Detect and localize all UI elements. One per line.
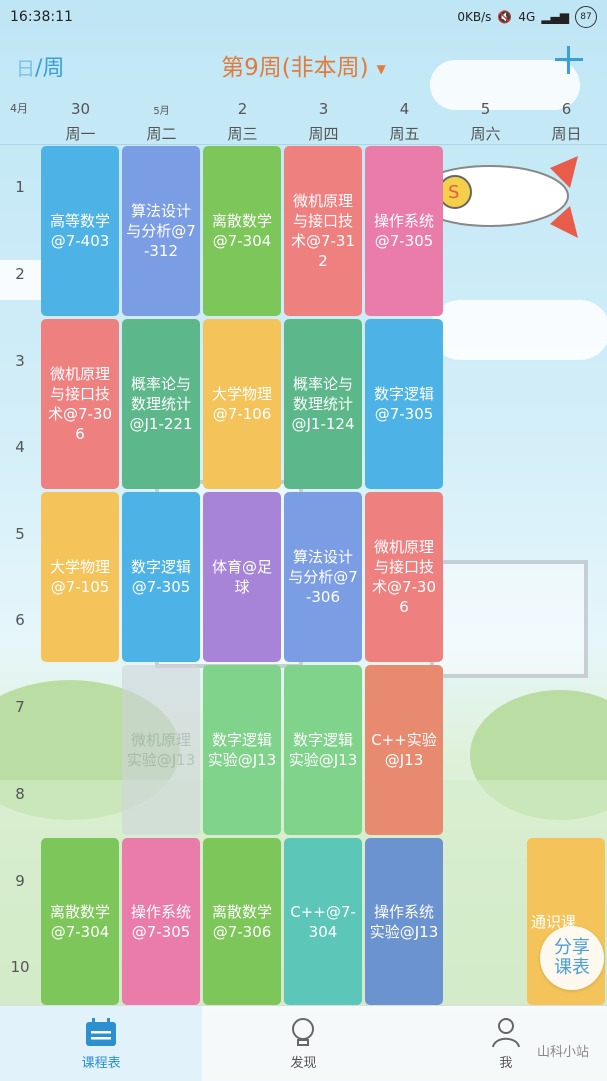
- course-card[interactable]: 概率论与数理统计@J1-124: [284, 319, 362, 489]
- period-number: 1: [15, 178, 25, 196]
- signal-icon: 4G: [518, 10, 536, 24]
- course-card[interactable]: 概率论与数理统计@J1-221: [122, 319, 200, 489]
- month-label: 4月: [10, 102, 28, 115]
- day-column-header: 30 周一: [65, 100, 96, 143]
- period-number: 2: [15, 265, 25, 283]
- course-card[interactable]: 操作系统@7-305: [122, 838, 200, 1005]
- app-header: 日/周 第9周(非本周) ▼: [0, 34, 607, 96]
- battery-icon: 87: [575, 6, 597, 28]
- signal-bars-icon: ▂▄▆: [541, 10, 569, 24]
- day-column-header: 5 周六: [470, 100, 501, 143]
- period-number: 10: [10, 958, 30, 976]
- course-card[interactable]: 离散数学@7-304: [41, 838, 119, 1005]
- period-number: 8: [15, 785, 25, 803]
- course-card[interactable]: 算法设计与分析@7-312: [122, 146, 200, 316]
- nav-discover[interactable]: 发现: [202, 1006, 404, 1081]
- course-card[interactable]: 操作系统实验@J13: [365, 838, 443, 1005]
- day-column-header: 4 周五: [389, 100, 420, 143]
- course-card[interactable]: 数字逻辑实验@J13: [203, 665, 281, 835]
- course-card[interactable]: 操作系统@7-305: [365, 146, 443, 316]
- add-course-button[interactable]: [553, 44, 585, 76]
- day-column-header: 3 周四: [308, 100, 339, 143]
- svg-text:S: S: [448, 182, 459, 203]
- network-speed: 0KB/s: [457, 10, 492, 24]
- course-card[interactable]: 数字逻辑@7-305: [122, 492, 200, 662]
- week-title: 第9周(非本周): [221, 55, 369, 81]
- watermark: 山科小站: [536, 1045, 589, 1060]
- course-card[interactable]: 微机原理与接口技术@7-306: [365, 492, 443, 662]
- course-card[interactable]: 微机原理与接口技术@7-312: [284, 146, 362, 316]
- course-card[interactable]: 数字逻辑@7-305: [365, 319, 443, 489]
- course-card[interactable]: 算法设计与分析@7-306: [284, 492, 362, 662]
- period-number: 6: [15, 611, 25, 629]
- period-number: 5: [15, 525, 25, 543]
- period-number: 3: [15, 352, 25, 370]
- week-selector[interactable]: 第9周(非本周) ▼: [0, 48, 607, 82]
- course-card[interactable]: 微机原理实验@J13: [122, 665, 200, 835]
- day-header-row: 4月 30 周一 5月 周二 2 周三 3 周四 4 周五 5 周六 6 周日: [0, 96, 607, 145]
- person-icon: [491, 1018, 520, 1048]
- period-number: 9: [15, 872, 25, 890]
- course-card[interactable]: 微机原理与接口技术@7-306: [41, 319, 119, 489]
- status-bar: 16:38:11 0KB/s 🔇 4G ▂▄▆ 87: [0, 0, 607, 34]
- course-card[interactable]: C++@7-304: [284, 838, 362, 1005]
- course-card[interactable]: 高等数学@7-403: [41, 146, 119, 316]
- course-card[interactable]: 大学物理@7-106: [203, 319, 281, 489]
- period-number: 7: [15, 698, 25, 716]
- course-card[interactable]: 数字逻辑实验@J13: [284, 665, 362, 835]
- day-column-header: 6 周日: [551, 100, 582, 143]
- dropdown-caret-icon: ▼: [376, 61, 386, 76]
- course-card[interactable]: 大学物理@7-105: [41, 492, 119, 662]
- course-card[interactable]: 离散数学@7-304: [203, 146, 281, 316]
- course-card[interactable]: 体育@足球: [203, 492, 281, 662]
- lightbulb-icon: [292, 1018, 315, 1046]
- period-number: 4: [15, 438, 25, 456]
- course-card[interactable]: 离散数学@7-306: [203, 838, 281, 1005]
- day-column-header: 2 周三: [227, 100, 258, 143]
- bottom-navigation: 课程表 发现 我: [0, 1005, 607, 1081]
- mute-icon: 🔇: [497, 10, 513, 24]
- day-column-header: 5月 周二: [146, 106, 177, 143]
- status-time: 16:38:11: [10, 9, 73, 25]
- calendar-icon: [86, 1018, 117, 1046]
- share-schedule-button[interactable]: 分享 课表: [540, 926, 604, 990]
- course-card[interactable]: C++实验@J13: [365, 665, 443, 835]
- nav-schedule[interactable]: 课程表: [0, 1006, 203, 1081]
